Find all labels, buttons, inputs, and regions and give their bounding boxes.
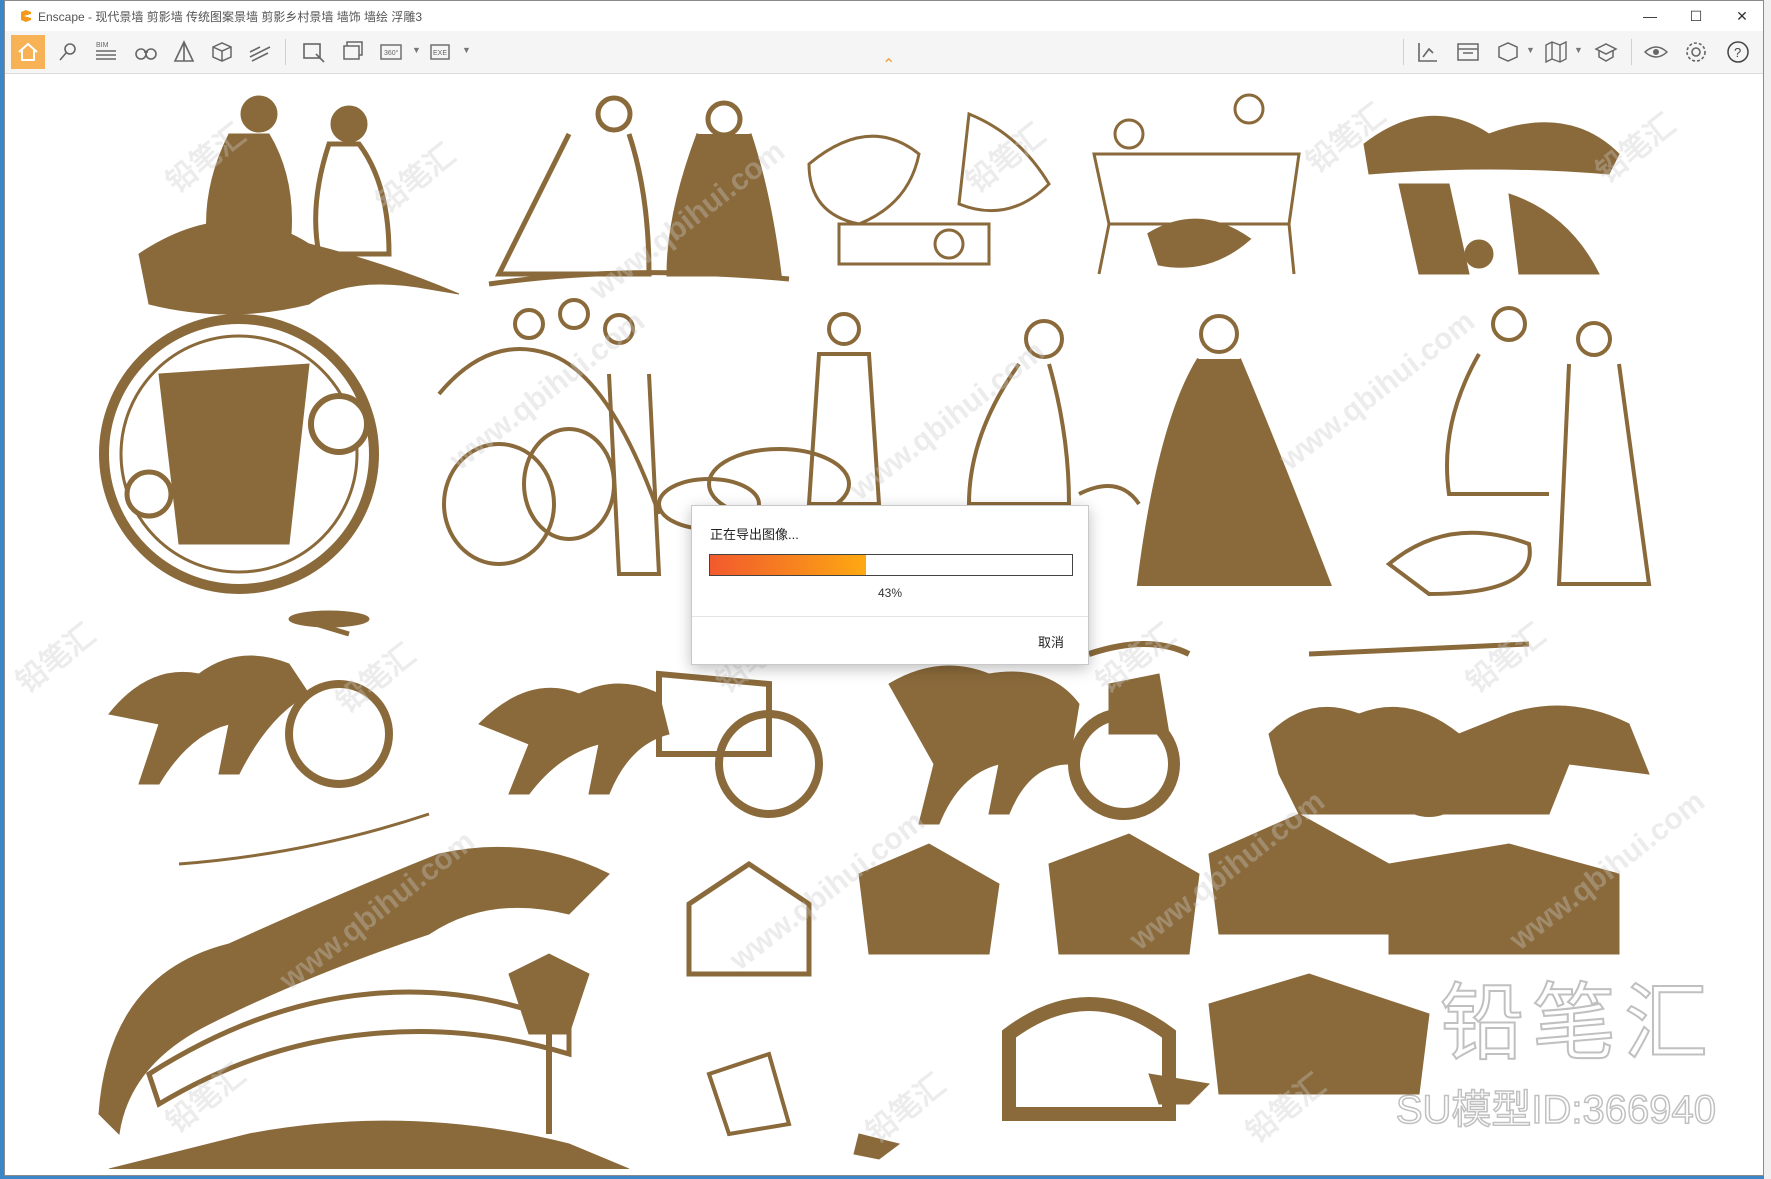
binoculars-button[interactable] xyxy=(129,35,163,69)
asset-library-icon xyxy=(1457,43,1479,61)
asset-library-button[interactable] xyxy=(1451,35,1485,69)
scene-brewer xyxy=(657,312,882,531)
settings-button[interactable] xyxy=(1679,35,1713,69)
enscape-logo-icon xyxy=(21,10,31,22)
export-dropdown-icon[interactable]: ▼ xyxy=(462,45,471,55)
map-dropdown-icon[interactable]: ▼ xyxy=(1574,45,1583,55)
progress-percentage: 43% xyxy=(877,586,903,600)
progress-bar-fill xyxy=(710,555,866,575)
pin-icon xyxy=(59,43,76,61)
chariot-2 xyxy=(478,670,823,818)
export-progress-dialog: 正在导出图像... 43% 取消 xyxy=(691,505,1089,665)
visual-settings-dropdown-icon[interactable]: ▼ xyxy=(1526,45,1535,55)
pin-button[interactable] xyxy=(51,35,85,69)
home-button[interactable] xyxy=(11,35,45,69)
landscape-terraces-pagoda xyxy=(98,812,630,1169)
close-button[interactable]: ✕ xyxy=(1719,1,1763,31)
chariot-3 xyxy=(888,641,1191,825)
perspective-button[interactable] xyxy=(167,35,201,69)
binoculars-icon xyxy=(135,48,157,60)
batch-render-icon xyxy=(343,41,363,60)
toolbar-divider xyxy=(1631,39,1632,65)
panorama-button[interactable]: 360° xyxy=(375,35,409,69)
title-bar: Enscape - 现代景墙 剪影墙 传统图案景墙 剪影乡村景墙 墙饰 墙绘 浮… xyxy=(5,1,1763,31)
chariot-4 xyxy=(1268,641,1650,817)
upload-icon xyxy=(1594,43,1618,62)
view-management-icon xyxy=(212,42,232,62)
dialog-divider xyxy=(692,616,1088,617)
home-icon xyxy=(18,42,38,61)
screenshot-button[interactable] xyxy=(297,35,331,69)
toolbar-divider xyxy=(1403,39,1404,65)
enscape-window: Enscape - 现代景墙 剪影墙 传统图案景墙 剪影乡村景墙 墙饰 墙绘 浮… xyxy=(4,0,1764,1176)
close-icon: ✕ xyxy=(1736,7,1748,24)
maximize-button[interactable]: ☐ xyxy=(1673,1,1719,31)
scene-wine-jars xyxy=(437,298,662,576)
scene-banquet xyxy=(807,111,1051,266)
toolbar-divider xyxy=(285,39,286,65)
help-icon: ? xyxy=(1727,41,1749,63)
window-title: Enscape - 现代景墙 剪影墙 传统图案景墙 剪影乡村景墙 墙饰 墙绘 浮… xyxy=(38,10,423,24)
scene-scholars xyxy=(488,95,790,287)
scene-kneeling-figure xyxy=(1385,306,1652,597)
background-window-edge xyxy=(1764,0,1771,1179)
panorama-dropdown-icon[interactable]: ▼ xyxy=(412,45,421,55)
svg-text:360°: 360° xyxy=(384,49,399,57)
model-id-label: SU模型ID:366940 xyxy=(1395,1087,1717,1133)
scene-gathering xyxy=(1363,115,1620,275)
svg-text:BIM: BIM xyxy=(96,42,109,49)
map-icon xyxy=(1545,40,1567,64)
bim-button[interactable]: BIM xyxy=(89,35,123,69)
panorama-icon: 360° xyxy=(380,44,402,60)
map-button[interactable] xyxy=(1539,35,1573,69)
visual-settings-icon xyxy=(1498,42,1518,62)
perspective-icon xyxy=(173,40,195,62)
view-button[interactable] xyxy=(1639,35,1673,69)
export-button[interactable]: EXE xyxy=(425,35,459,69)
svg-text:?: ? xyxy=(1734,45,1741,60)
scene-chess-players xyxy=(138,95,460,315)
minimize-icon: — xyxy=(1643,8,1657,24)
view-management-button[interactable] xyxy=(205,35,239,69)
bim-icon: BIM xyxy=(96,42,116,60)
batch-render-button[interactable] xyxy=(337,35,371,69)
help-button[interactable]: ? xyxy=(1721,35,1755,69)
medallion-relief xyxy=(99,314,379,594)
maximize-icon: ☐ xyxy=(1689,7,1703,24)
chariot-1 xyxy=(108,610,393,788)
svg-text:EXE: EXE xyxy=(433,50,447,57)
dialog-title: 正在导出图像... xyxy=(710,527,799,542)
collapse-toolbar-icon[interactable]: ⌃ xyxy=(882,55,895,75)
sections-icon xyxy=(249,46,271,62)
view-icon xyxy=(1643,46,1669,58)
minimize-button[interactable]: — xyxy=(1627,1,1673,31)
scene-drinking-party xyxy=(1092,93,1301,275)
cancel-button[interactable]: 取消 xyxy=(1038,632,1064,651)
progress-bar xyxy=(709,554,1073,576)
upload-button[interactable] xyxy=(1589,35,1623,69)
brand-logo: 铅笔汇 xyxy=(1439,975,1716,1071)
screenshot-icon xyxy=(303,43,325,63)
export-icon: EXE xyxy=(430,44,450,60)
material-editor-button[interactable] xyxy=(1411,35,1445,69)
visual-settings-button[interactable] xyxy=(1491,35,1525,69)
sections-button[interactable] xyxy=(243,35,277,69)
material-editor-icon xyxy=(1418,43,1437,62)
settings-icon xyxy=(1686,42,1706,62)
